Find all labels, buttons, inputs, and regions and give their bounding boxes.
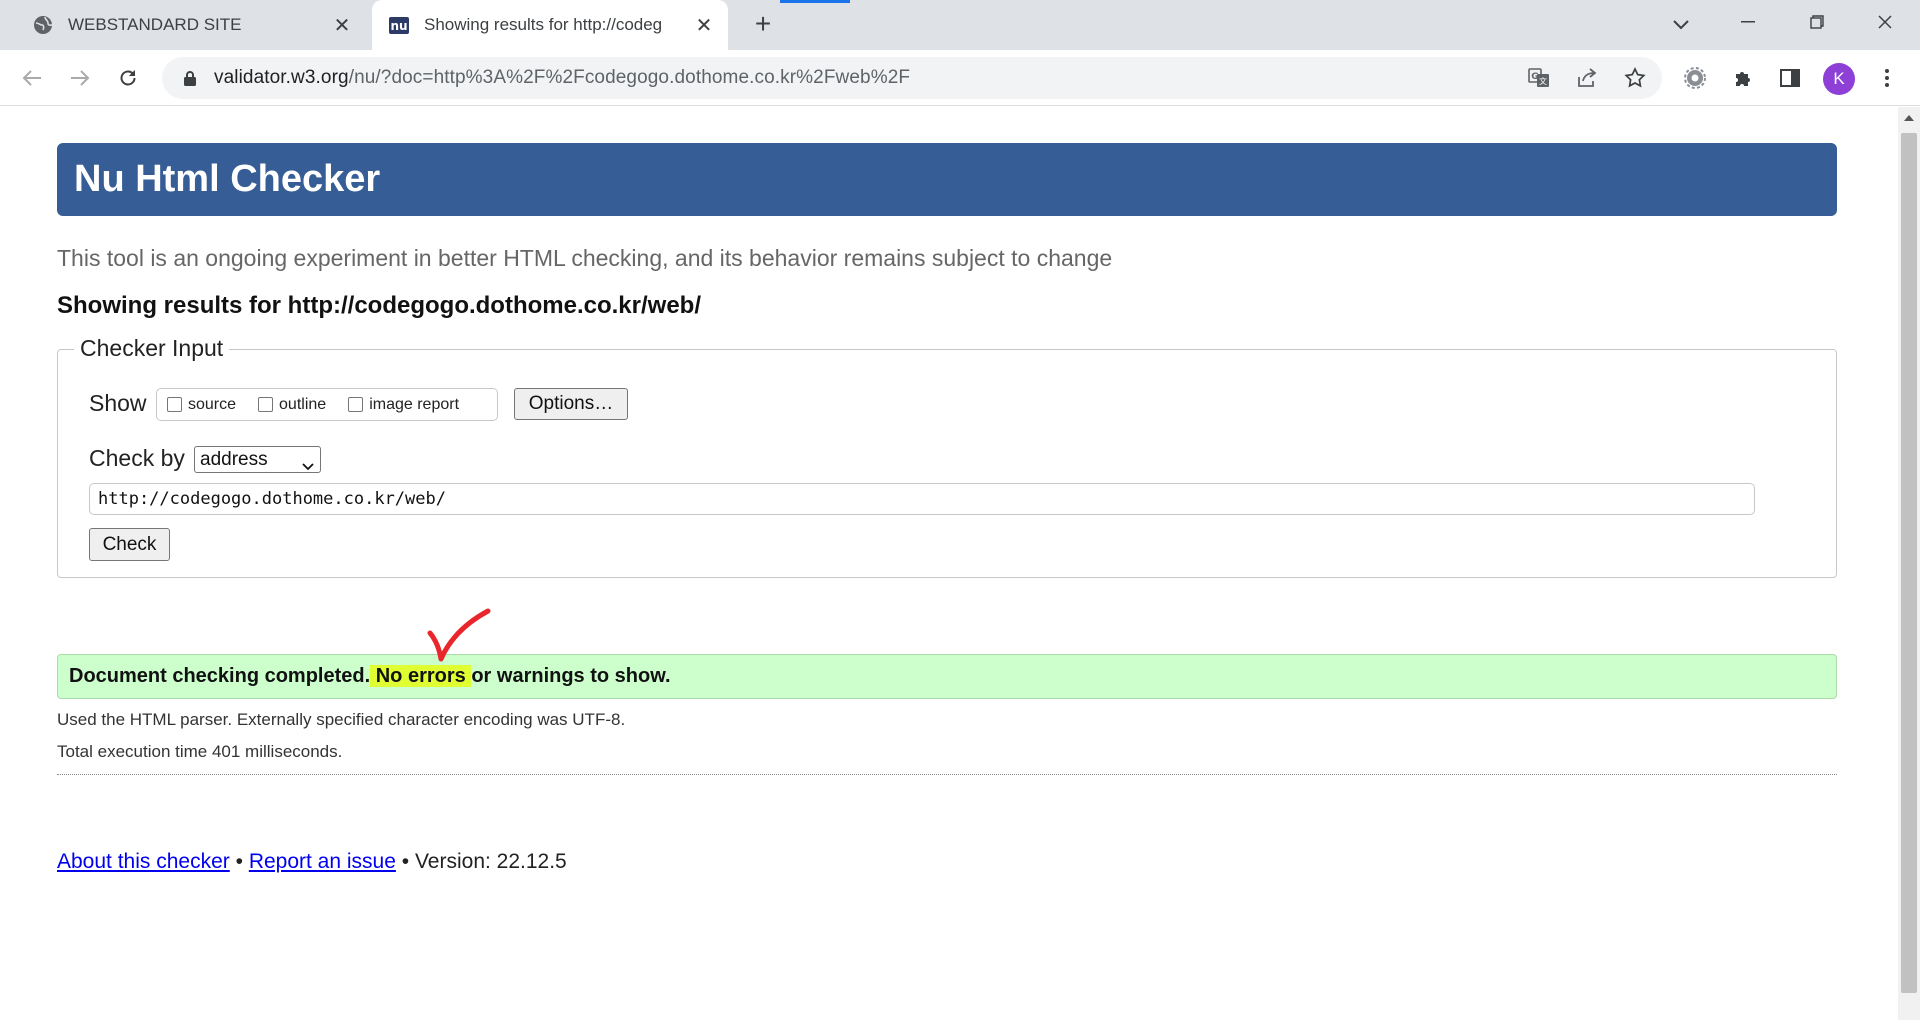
parser-details: Used the HTML parser. Externally specifi… xyxy=(57,710,626,729)
outline-label: outline xyxy=(279,395,327,413)
tab-title: WEBSTANDARD SITE xyxy=(68,15,242,34)
restore-icon[interactable] xyxy=(1782,0,1852,44)
check-button[interactable]: Check xyxy=(89,528,170,561)
scrollbar-thumb[interactable] xyxy=(1901,133,1917,993)
svg-text:文: 文 xyxy=(1539,76,1547,86)
url-path: /nu/?doc=http%3A%2F%2Fcodegogo.dothome.c… xyxy=(348,67,911,88)
footer-separator: • xyxy=(401,850,410,873)
source-checkbox[interactable] xyxy=(167,397,182,412)
image-report-checkbox[interactable] xyxy=(348,397,364,412)
globe-icon xyxy=(32,14,54,36)
red-checkmark-annotation-icon xyxy=(427,608,491,662)
scroll-up-arrow-icon[interactable] xyxy=(1904,115,1914,121)
profile-avatar[interactable]: K xyxy=(1823,63,1855,95)
url-host: validator.w3.org xyxy=(214,67,349,88)
image-report-label: image report xyxy=(369,395,460,413)
intro-text: This tool is an ongoing experiment in be… xyxy=(57,245,1113,271)
checker-input-legend: Checker Input xyxy=(74,335,230,362)
version-text: Version: 22.12.5 xyxy=(414,850,567,873)
outline-option[interactable]: outline xyxy=(258,396,326,414)
tab-loading-indicator xyxy=(780,0,850,3)
outline-checkbox[interactable] xyxy=(258,397,274,412)
result-suffix: or warnings to show. xyxy=(471,665,671,687)
execution-time: Total execution time 401 milliseconds. xyxy=(57,742,343,761)
page-title: Nu Html Checker xyxy=(57,143,1837,216)
source-option[interactable]: source xyxy=(167,396,236,414)
vertical-scrollbar[interactable] xyxy=(1898,107,1920,1020)
footer: About this checker • Report an issue • V… xyxy=(57,850,567,874)
tab-nu-checker[interactable]: nu Showing results for http://codeg ✕ xyxy=(372,0,728,50)
chevron-down-icon xyxy=(302,453,314,471)
close-tab-icon[interactable]: ✕ xyxy=(328,11,356,39)
address-url[interactable]: validator.w3.org/nu/?doc=http%3A%2F%2Fco… xyxy=(214,67,910,89)
checker-input-fieldset: Checker Input Show source outline image … xyxy=(57,335,1837,578)
options-button[interactable]: Options… xyxy=(514,388,628,420)
result-highlight: No errors xyxy=(370,665,472,687)
show-options-group: source outline image report xyxy=(156,388,498,421)
show-label: Show xyxy=(89,390,147,416)
check-by-label: Check by xyxy=(89,445,185,471)
showing-results-heading: Showing results for http://codegogo.doth… xyxy=(57,292,702,319)
reload-icon[interactable] xyxy=(108,58,148,98)
nu-favicon-icon: nu xyxy=(388,14,410,36)
tab-webstandard-site[interactable]: WEBSTANDARD SITE ✕ xyxy=(14,0,366,50)
about-checker-link[interactable]: About this checker xyxy=(57,850,230,873)
result-prefix: Document checking completed. xyxy=(69,665,371,687)
report-issue-link[interactable]: Report an issue xyxy=(249,850,396,873)
share-icon[interactable] xyxy=(1567,58,1607,98)
translate-icon[interactable]: G文 xyxy=(1519,58,1559,98)
extension-gear-icon[interactable] xyxy=(1675,58,1715,98)
result-success-message: Document checking completed. No errors o… xyxy=(57,654,1837,699)
close-tab-icon[interactable]: ✕ xyxy=(690,11,718,39)
browser-toolbar: validator.w3.org/nu/?doc=http%3A%2F%2Fco… xyxy=(0,50,1920,106)
back-arrow-icon[interactable] xyxy=(12,58,52,98)
check-by-value: address xyxy=(200,449,268,470)
tab-strip: WEBSTANDARD SITE ✕ nu Showing results fo… xyxy=(0,0,1920,50)
extensions-puzzle-icon[interactable] xyxy=(1723,58,1763,98)
more-menu-icon[interactable] xyxy=(1867,58,1907,98)
side-panel-icon[interactable] xyxy=(1770,58,1810,98)
svg-text:nu: nu xyxy=(390,19,407,33)
address-bar[interactable]: validator.w3.org/nu/?doc=http%3A%2F%2Fco… xyxy=(162,57,1662,99)
tab-search-chevron-icon[interactable] xyxy=(1664,8,1698,42)
forward-arrow-icon[interactable] xyxy=(60,58,100,98)
minimize-icon[interactable] xyxy=(1713,0,1783,44)
close-window-icon[interactable] xyxy=(1850,0,1920,44)
page-viewport: Nu Html Checker This tool is an ongoing … xyxy=(0,107,1920,1020)
source-label: source xyxy=(188,395,237,413)
new-tab-button[interactable]: + xyxy=(748,10,778,40)
document-url-input[interactable]: http://codegogo.dothome.co.kr/web/ xyxy=(89,483,1755,515)
lock-icon[interactable] xyxy=(180,68,200,88)
image-report-option[interactable]: image report xyxy=(348,396,459,414)
tab-title: Showing results for http://codeg xyxy=(424,15,663,34)
divider xyxy=(57,774,1837,775)
check-by-select[interactable]: address xyxy=(194,446,321,473)
bookmark-star-icon[interactable] xyxy=(1615,58,1655,98)
footer-separator: • xyxy=(235,850,243,873)
